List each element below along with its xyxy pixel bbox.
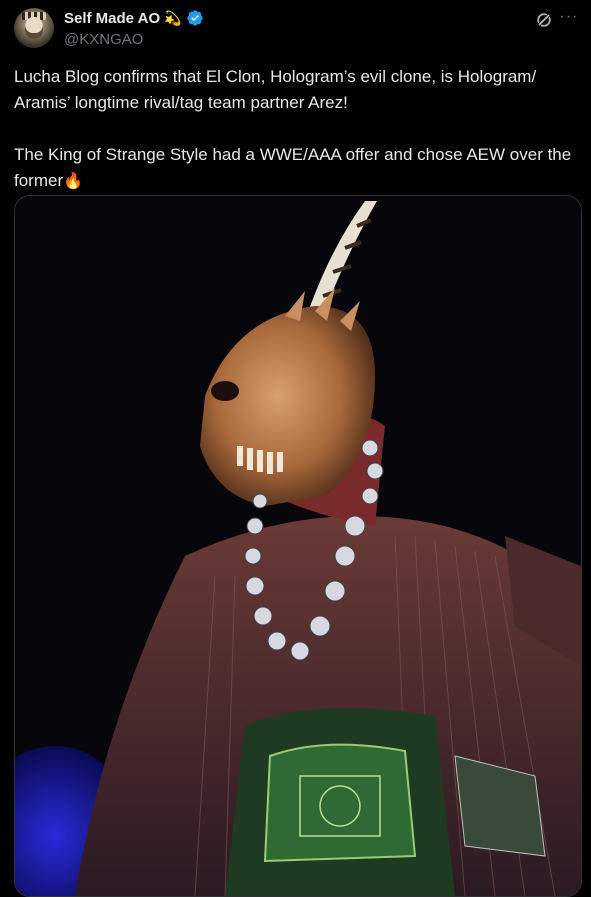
tweet-body: Lucha Blog confirms that El Clon, Hologr… [14, 67, 572, 190]
media-illustration [15, 196, 581, 896]
more-options-icon[interactable]: ··· [558, 8, 580, 30]
display-name[interactable]: Self Made AO [64, 10, 160, 27]
tweet-header: Self Made AO 💫 @KXNGAO ··· [14, 8, 580, 52]
tweet-text: Lucha Blog confirms that El Clon, Hologr… [14, 64, 580, 195]
avatar-face [25, 17, 43, 39]
avatar[interactable] [14, 8, 54, 48]
tweet-media-image[interactable] [14, 195, 582, 897]
verified-badge-icon [186, 10, 203, 26]
grok-icon[interactable] [534, 10, 554, 30]
user-handle[interactable]: @KXNGAO [64, 31, 143, 48]
fire-emoji-icon: 🔥 [63, 173, 84, 190]
dizzy-emoji-icon: 💫 [164, 10, 182, 26]
name-row: Self Made AO 💫 [64, 9, 204, 27]
